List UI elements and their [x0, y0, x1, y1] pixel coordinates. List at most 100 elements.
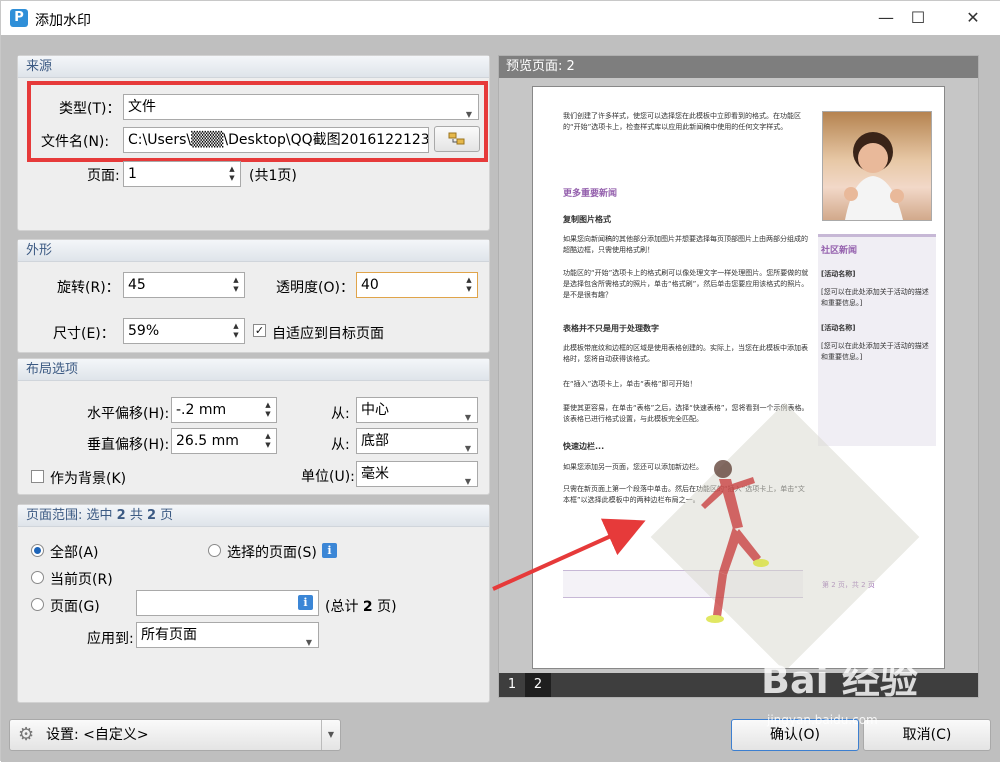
as-background-label: 作为背景(K)	[50, 471, 127, 487]
doc-paragraph-2: 功能区的“开始”选项卡上的格式刷可以像处理文字一样处理图片。您所要做的就是选择包…	[563, 269, 809, 299]
preview-header: 预览页面: 2	[499, 56, 978, 78]
doc-paragraph-4: 在“插入”选项卡上，单击“表格”即可开始！	[563, 380, 697, 388]
h-offset-label: 水平偏移(H):	[87, 406, 170, 422]
preview-page: 我们创建了许多样式，使您可以选择您在此模板中立即看到的格式。在功能区的“开始”选…	[532, 86, 945, 669]
pages-input[interactable]	[136, 590, 319, 616]
as-background-checkbox[interactable]	[31, 470, 44, 483]
page-total: (共1页)	[249, 168, 297, 184]
pages-radio[interactable]	[31, 598, 44, 611]
sidebar-event-1: [活动名称]	[821, 270, 856, 278]
rotation-spinner[interactable]: 45 ▲ ▼	[123, 272, 245, 298]
total-prefix: (总计	[325, 599, 363, 615]
sidebar-event-2: [活动名称]	[821, 324, 856, 332]
size-value: 59%	[128, 323, 160, 339]
doc-more-news: 更多重要新闻	[563, 189, 618, 199]
selected-pages-label: 选择的页面(S)	[227, 545, 317, 561]
current-page-radio[interactable]	[31, 571, 44, 584]
rotation-value: 45	[128, 277, 146, 293]
spinner-arrows-icon: ▲ ▼	[229, 165, 235, 182]
spinner-arrows-icon: ▲ ▼	[233, 276, 239, 293]
selected-pages-radio[interactable]	[208, 544, 221, 557]
spinner-arrows-icon: ▲ ▼	[466, 276, 472, 293]
page-value: 1	[128, 166, 137, 182]
page-range-prefix: 页面范围: 选中	[26, 508, 117, 523]
page-range-header: 页面范围: 选中 2 共 2 页	[18, 505, 489, 527]
v-offset-spinner[interactable]: 26.5 mm ▲ ▼	[171, 428, 277, 454]
v-from-select[interactable]: 底部 ▼	[356, 428, 478, 454]
sidebar-desc-1: [您可以在此处添加关于活动的描述和重要信息。]	[821, 288, 929, 307]
source-header: 来源	[18, 56, 489, 78]
settings-value: 设置: <自定义>	[46, 727, 149, 743]
page-spinner[interactable]: 1 ▲ ▼	[123, 161, 241, 187]
h-from-label: 从:	[331, 406, 350, 422]
spinner-arrows-icon: ▲ ▼	[233, 322, 239, 339]
pager-page-2[interactable]: 2	[525, 673, 551, 697]
page-range-mid: 共	[125, 508, 147, 523]
window-title: 添加水印	[35, 13, 91, 29]
fit-target-checkbox[interactable]: ✓	[253, 324, 266, 337]
total-pages: (总计 2 页)	[325, 596, 397, 616]
apply-to-value: 所有页面	[141, 627, 197, 643]
v-offset-value: 26.5 mm	[176, 433, 239, 449]
close-button[interactable]: ✕	[950, 1, 996, 35]
h-from-value: 中心	[361, 402, 389, 418]
pages-label: 页面(G)	[50, 599, 100, 615]
chevron-down-icon: ▼	[305, 638, 312, 647]
sidebar-title: 社区新闻	[821, 246, 858, 256]
opacity-spinner[interactable]: 40 ▲ ▼	[356, 272, 478, 298]
layout-header: 布局选项	[18, 359, 489, 381]
current-page-label: 当前页(R)	[50, 572, 113, 588]
size-spinner[interactable]: 59% ▲ ▼	[123, 318, 245, 344]
all-pages-label: 全部(A)	[50, 545, 99, 561]
pager-page-1[interactable]: 1	[499, 673, 525, 697]
girl-photo-icon	[844, 132, 904, 220]
total-suffix: 页)	[372, 599, 397, 615]
doc-intro: 我们创建了许多样式，使您可以选择您在此模板中立即看到的格式。在功能区的“开始”选…	[563, 112, 801, 131]
all-pages-radio[interactable]	[31, 544, 44, 557]
chevron-down-icon: ▼	[464, 413, 471, 422]
spinner-arrows-icon: ▲ ▼	[265, 401, 271, 418]
total-pages-num: 2	[362, 599, 373, 615]
v-offset-label: 垂直偏移(H):	[87, 437, 170, 453]
apply-to-label: 应用到:	[87, 631, 134, 647]
h-offset-value: -.2 mm	[176, 402, 227, 418]
doc-paragraph-1: 如果您向新闻稿的其他部分添加图片并想要选择每页顶部图片上由两部分组成的超酷边框，…	[563, 235, 808, 254]
page-label: 页面:	[87, 168, 120, 184]
cancel-button[interactable]: 取消(C)	[863, 719, 991, 751]
v-from-value: 底部	[361, 433, 389, 449]
h-from-select[interactable]: 中心 ▼	[356, 397, 478, 423]
appearance-header: 外形	[18, 240, 489, 262]
highlight-box	[27, 81, 488, 162]
opacity-value: 40	[361, 277, 379, 293]
rotation-label: 旋转(R)：	[57, 280, 120, 296]
doc-heading-1: 复制图片格式	[563, 215, 611, 224]
app-logo-icon: P	[10, 9, 28, 27]
selected-count: 2	[116, 508, 126, 523]
opacity-label: 透明度(O)：	[276, 280, 354, 296]
gear-icon: ⚙	[18, 724, 35, 745]
preview-panel: 预览页面: 2 我们创建了许多样式，使您可以选择您在此模板中立即看到的格式。在功…	[498, 55, 979, 698]
apply-to-select[interactable]: 所有页面 ▼	[136, 622, 319, 648]
info-icon[interactable]: i	[298, 595, 313, 610]
doc-heading-2: 表格并不只是用于处理数字	[563, 324, 659, 333]
chevron-down-icon: ▼	[464, 477, 471, 486]
unit-select[interactable]: 毫米 ▼	[356, 461, 478, 487]
unit-value: 毫米	[361, 466, 389, 482]
settings-select[interactable]: 设置: <自定义> ⚙ ▼	[9, 719, 341, 751]
h-offset-spinner[interactable]: -.2 mm ▲ ▼	[171, 397, 277, 423]
size-label: 尺寸(E)：	[53, 326, 115, 342]
maximize-button[interactable]: ☐	[895, 1, 941, 35]
unit-label: 单位(U):	[301, 469, 355, 485]
doc-photo	[822, 111, 932, 221]
spinner-arrows-icon: ▲ ▼	[265, 432, 271, 449]
title-bar: P 添加水印 — ☐ ✕	[1, 1, 1000, 35]
doc-heading-3: 快速边栏...	[563, 442, 605, 451]
sidebar-desc-2: [您可以在此处添加关于活动的描述和重要信息。]	[821, 342, 929, 361]
info-icon[interactable]: i	[322, 543, 337, 558]
total-count: 2	[146, 508, 157, 523]
add-watermark-dialog: P 添加水印 — ☐ ✕ 来源 类型(T)： 文件 ▼ 文件名(N): C:\U…	[0, 0, 1000, 762]
doc-paragraph-3: 此模板带底纹和边框的区域是使用表格创建的。实际上，当您在此模板中添加表格时，您将…	[563, 344, 808, 363]
runner-watermark-icon	[701, 460, 769, 623]
page-range-suffix: 页	[156, 508, 174, 523]
baidu-watermark-url: jingyan.baidu.com	[767, 713, 878, 727]
